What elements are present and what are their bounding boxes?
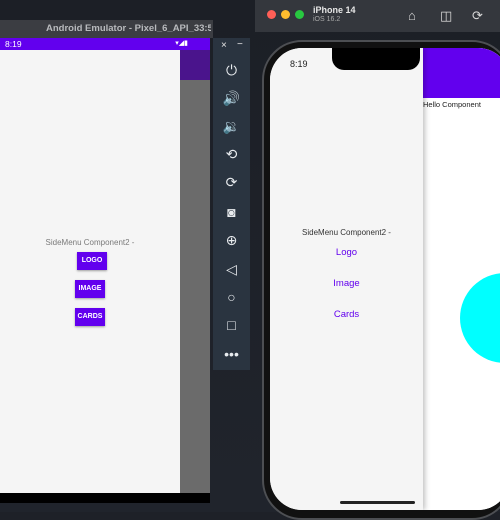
android-scrim[interactable] [180,50,210,493]
android-logo-button[interactable]: LOGO [77,252,107,270]
rotate-right-icon[interactable]: ⟳ [213,168,250,196]
android-cards-button[interactable]: CARDS [75,308,105,326]
rotate-left-icon[interactable]: ⟲ [213,140,250,168]
android-side-menu-title: SideMenu Component2 - [45,238,135,247]
ios-content-text: Hello Component [423,100,481,109]
close-window-icon[interactable] [267,10,276,19]
zoom-window-icon[interactable] [295,10,304,19]
zoom-in-icon[interactable]: ⊕ [213,226,250,254]
dynamic-notch [332,48,420,70]
volume-up-icon[interactable]: 🔊 [213,84,250,112]
overview-icon[interactable]: □ [213,311,250,339]
ios-side-menu: SideMenu Component2 - Logo Image Cards [270,48,423,510]
home-indicator[interactable] [340,501,415,504]
ios-screen: Hello Component SideMenu Component2 - Lo… [270,48,500,510]
android-screen: 8:19 ▾◢▮ SideMenu Component2 - LOGO IMAG… [0,38,210,503]
more-icon[interactable]: ••• [213,340,250,368]
android-nav-bar [0,493,210,503]
toolbar-window-controls: × − [213,38,250,54]
minimize-icon[interactable]: − [237,39,243,50]
android-image-button[interactable]: IMAGE [75,280,105,298]
android-side-menu: SideMenu Component2 - LOGO IMAGE CARDS [0,50,180,493]
minimize-window-icon[interactable] [281,10,290,19]
ios-image-link[interactable]: Image [270,278,423,289]
camera-icon[interactable]: ◙ [213,198,250,226]
simulator-device-name: iPhone 14 [313,5,356,15]
emulator-titlebar[interactable]: Android Emulator - Pixel_6_API_33:5... [0,20,213,38]
rotate-device-icon[interactable]: ⟳ [472,8,483,24]
android-status-bar: 8:19 ▾◢▮ [0,38,210,50]
home-icon[interactable]: ○ [213,283,250,311]
ios-clock: 8:19 [290,59,308,69]
screenshot-icon[interactable]: ◫ [440,8,452,24]
ios-cards-link[interactable]: Cards [270,309,423,320]
power-icon[interactable]: ⏻ [213,56,250,84]
home-button-icon[interactable]: ⌂ [408,8,416,23]
ios-app-bar [423,48,500,98]
simulator-os-version: iOS 16.2 [313,16,341,23]
android-appbar-dimmed [180,50,210,80]
signal-battery-icon: ▾◢▮ [175,40,188,47]
ios-logo-link[interactable]: Logo [270,247,423,258]
close-icon[interactable]: × [221,40,227,51]
volume-down-icon[interactable]: 🔉 [213,112,250,140]
simulator-titlebar[interactable] [255,0,500,32]
back-icon[interactable]: ◁ [213,255,250,283]
emulator-title: Android Emulator - Pixel_6_API_33:5... [46,23,211,34]
android-clock: 8:19 [5,39,22,49]
ios-side-menu-title: SideMenu Component2 - [302,228,391,237]
